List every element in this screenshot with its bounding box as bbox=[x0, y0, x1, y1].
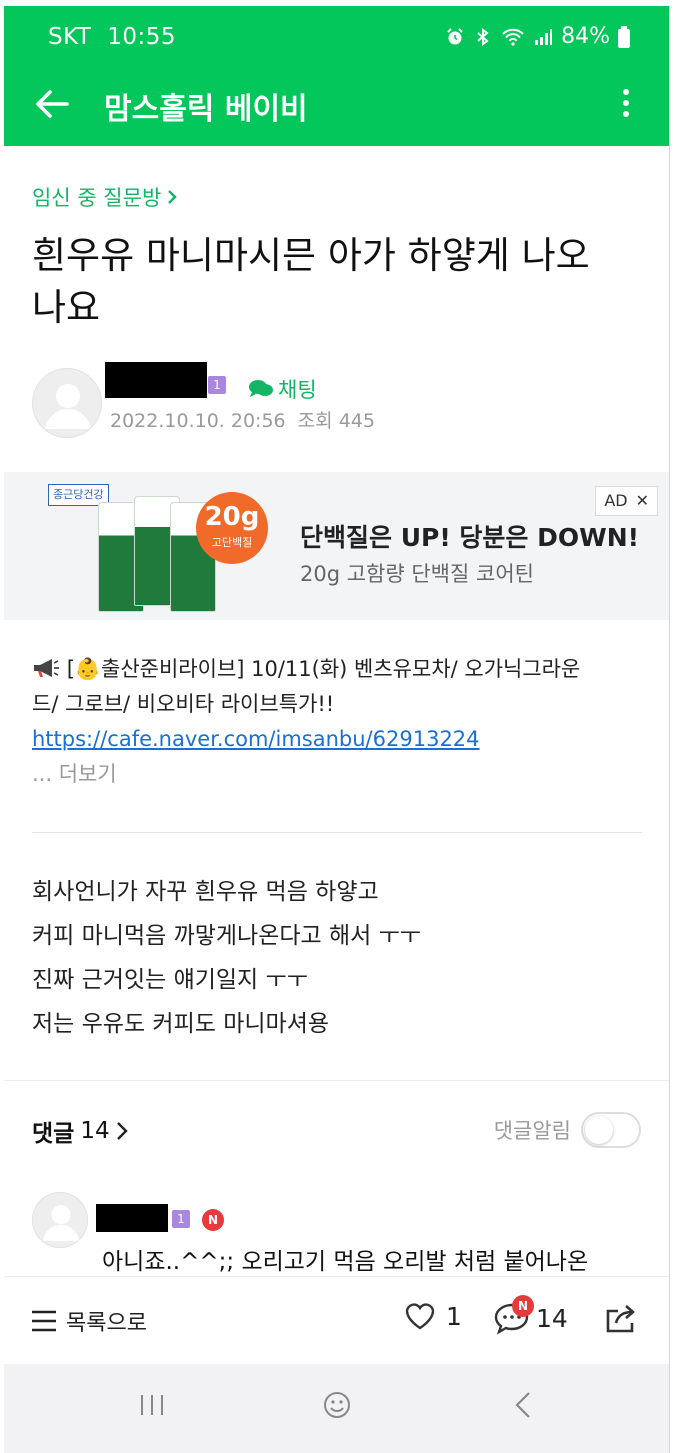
chat-label: 채팅 bbox=[278, 378, 317, 402]
comment-button[interactable]: N 14 bbox=[494, 1295, 568, 1335]
like-count: 1 bbox=[446, 1301, 462, 1331]
post-date: 2022.10.10. 20:56 bbox=[110, 410, 286, 432]
system-nav-bar bbox=[4, 1364, 669, 1453]
heart-icon bbox=[405, 1303, 435, 1330]
back-to-list-button[interactable]: 목록으로 bbox=[30, 1305, 147, 1337]
body-line: 회사언니가 자꾸 흰우유 먹음 하얗고 bbox=[32, 879, 379, 905]
battery-icon bbox=[618, 25, 630, 48]
phone-screen: SKT 10:55 84% 맘스홀릭 베이비 임신 중 질문방 흰우유 마니마시… bbox=[4, 6, 670, 1453]
ad-headline: 단백질은 UP! 당분은 DOWN! bbox=[300, 523, 640, 552]
comments-label: 댓글 bbox=[32, 1121, 75, 1147]
list-label: 목록으로 bbox=[66, 1311, 147, 1336]
notice-line-1: [👶출산준비라이브] 10/11(화) 벤츠유모차/ 오가닉그라운 bbox=[32, 652, 642, 687]
back-arrow-icon bbox=[36, 90, 69, 118]
see-more-link[interactable]: ... 더보기 bbox=[32, 757, 642, 792]
protein-badge-label: 고단백질 bbox=[211, 536, 253, 549]
status-icons: 84% bbox=[445, 24, 630, 49]
ad-close-button[interactable]: ✕ bbox=[636, 487, 649, 515]
like-button[interactable]: 1 bbox=[404, 1301, 462, 1331]
status-bar: SKT 10:55 84% bbox=[4, 6, 669, 68]
post-title-line-2: 나요 bbox=[32, 286, 101, 329]
carrier: SKT bbox=[48, 24, 92, 50]
share-button[interactable] bbox=[604, 1301, 640, 1339]
bottom-action-bar: 목록으로 1 N 14 bbox=[4, 1276, 669, 1364]
menu-lines-icon bbox=[32, 1310, 56, 1332]
ad-subline: 20g 고함량 단백질 코어틴 bbox=[300, 562, 534, 586]
divider bbox=[32, 832, 642, 833]
author-level-badge: 1 bbox=[208, 376, 226, 394]
comments-header[interactable]: 댓글 14 bbox=[32, 1114, 128, 1148]
comments-count: 14 bbox=[80, 1118, 110, 1144]
signal-icon bbox=[535, 28, 553, 45]
comment-count: 14 bbox=[536, 1303, 568, 1333]
comment-new-badge: N bbox=[512, 1295, 534, 1317]
notice-text-2: 드/ 그로브/ 비오비타 라이브특가!! bbox=[32, 692, 335, 716]
recent-apps-icon[interactable] bbox=[138, 1390, 166, 1420]
home-icon[interactable] bbox=[322, 1390, 352, 1420]
new-badge: N bbox=[202, 1209, 224, 1231]
more-options-button[interactable] bbox=[614, 84, 638, 128]
post-title: 흰우유 마니마시믄 아가 하얗게 나오 나요 bbox=[32, 230, 642, 334]
share-icon bbox=[606, 1305, 635, 1333]
comment-notify: 댓글알림 bbox=[494, 1112, 641, 1148]
chat-bubble-icon bbox=[249, 380, 273, 397]
ad-tag: AD ✕ bbox=[595, 486, 658, 516]
section-divider bbox=[4, 1080, 669, 1081]
back-button[interactable] bbox=[32, 84, 72, 124]
app-bar: 맘스홀릭 베이비 bbox=[4, 68, 669, 146]
notice-block: [👶출산준비라이브] 10/11(화) 벤츠유모차/ 오가닉그라운 드/ 그로브… bbox=[32, 652, 642, 792]
protein-badge-value: 20g bbox=[204, 502, 260, 532]
author-avatar[interactable] bbox=[32, 368, 102, 438]
nav-back-icon[interactable] bbox=[512, 1390, 534, 1420]
views-count: 445 bbox=[338, 410, 375, 432]
chevron-right-icon bbox=[116, 1122, 128, 1140]
post-title-line-1: 흰우유 마니마시믄 아가 하얗게 나오 bbox=[32, 234, 590, 277]
commenter-name-redacted bbox=[96, 1204, 168, 1232]
notify-toggle[interactable] bbox=[581, 1112, 641, 1148]
battery-level: 84% bbox=[561, 24, 610, 49]
notify-label: 댓글알림 bbox=[493, 1119, 571, 1143]
board-link[interactable]: 임신 중 질문방 bbox=[32, 182, 177, 212]
commenter-avatar[interactable] bbox=[32, 1192, 88, 1248]
clock: 10:55 bbox=[107, 24, 177, 50]
top-bar: SKT 10:55 84% 맘스홀릭 베이비 bbox=[4, 6, 669, 146]
megaphone-icon bbox=[34, 659, 59, 677]
body-line: 저는 우유도 커피도 마니마셔용 bbox=[32, 1011, 330, 1037]
chevron-right-icon bbox=[168, 190, 177, 204]
more-vertical-icon bbox=[623, 89, 629, 95]
comment-text: 아니죠..^^;; 오리고기 먹음 오리발 처럼 붙어나온 bbox=[102, 1249, 589, 1275]
status-carrier-time: SKT 10:55 bbox=[48, 24, 176, 50]
post-meta: 2022.10.10. 20:56 조회 445 bbox=[110, 406, 375, 433]
author-name-redacted bbox=[105, 362, 207, 398]
body-line: 커피 마니먹음 까맣게나온다고 해서 ㅜㅜ bbox=[32, 923, 421, 949]
wifi-icon bbox=[502, 28, 524, 46]
commenter-level-badge: 1 bbox=[172, 1210, 190, 1228]
body-line: 진짜 근거잇는 얘기일지 ㅜㅜ bbox=[32, 967, 308, 993]
ad-label: AD bbox=[604, 491, 628, 510]
protein-badge: 20g 고단백질 bbox=[196, 492, 268, 564]
bluetooth-icon bbox=[477, 27, 489, 46]
notice-text-1: [👶출산준비라이브] 10/11(화) 벤츠유모차/ 오가닉그라운 bbox=[66, 657, 581, 681]
ad-banner[interactable]: 종근당건강 20g 고단백질 단백질은 UP! 당분은 DOWN! 20g 고함… bbox=[4, 472, 669, 620]
board-name: 임신 중 질문방 bbox=[32, 186, 162, 210]
chat-button[interactable]: 채팅 bbox=[248, 374, 317, 404]
views-label: 조회 bbox=[297, 410, 333, 432]
cafe-title: 맘스홀릭 베이비 bbox=[104, 92, 308, 127]
post-body: 회사언니가 자꾸 흰우유 먹음 하얗고 커피 마니먹음 까맣게나온다고 해서 ㅜ… bbox=[32, 870, 642, 1046]
notice-link[interactable]: https://cafe.naver.com/imsanbu/62913224 bbox=[32, 722, 642, 757]
alarm-icon bbox=[447, 27, 463, 44]
